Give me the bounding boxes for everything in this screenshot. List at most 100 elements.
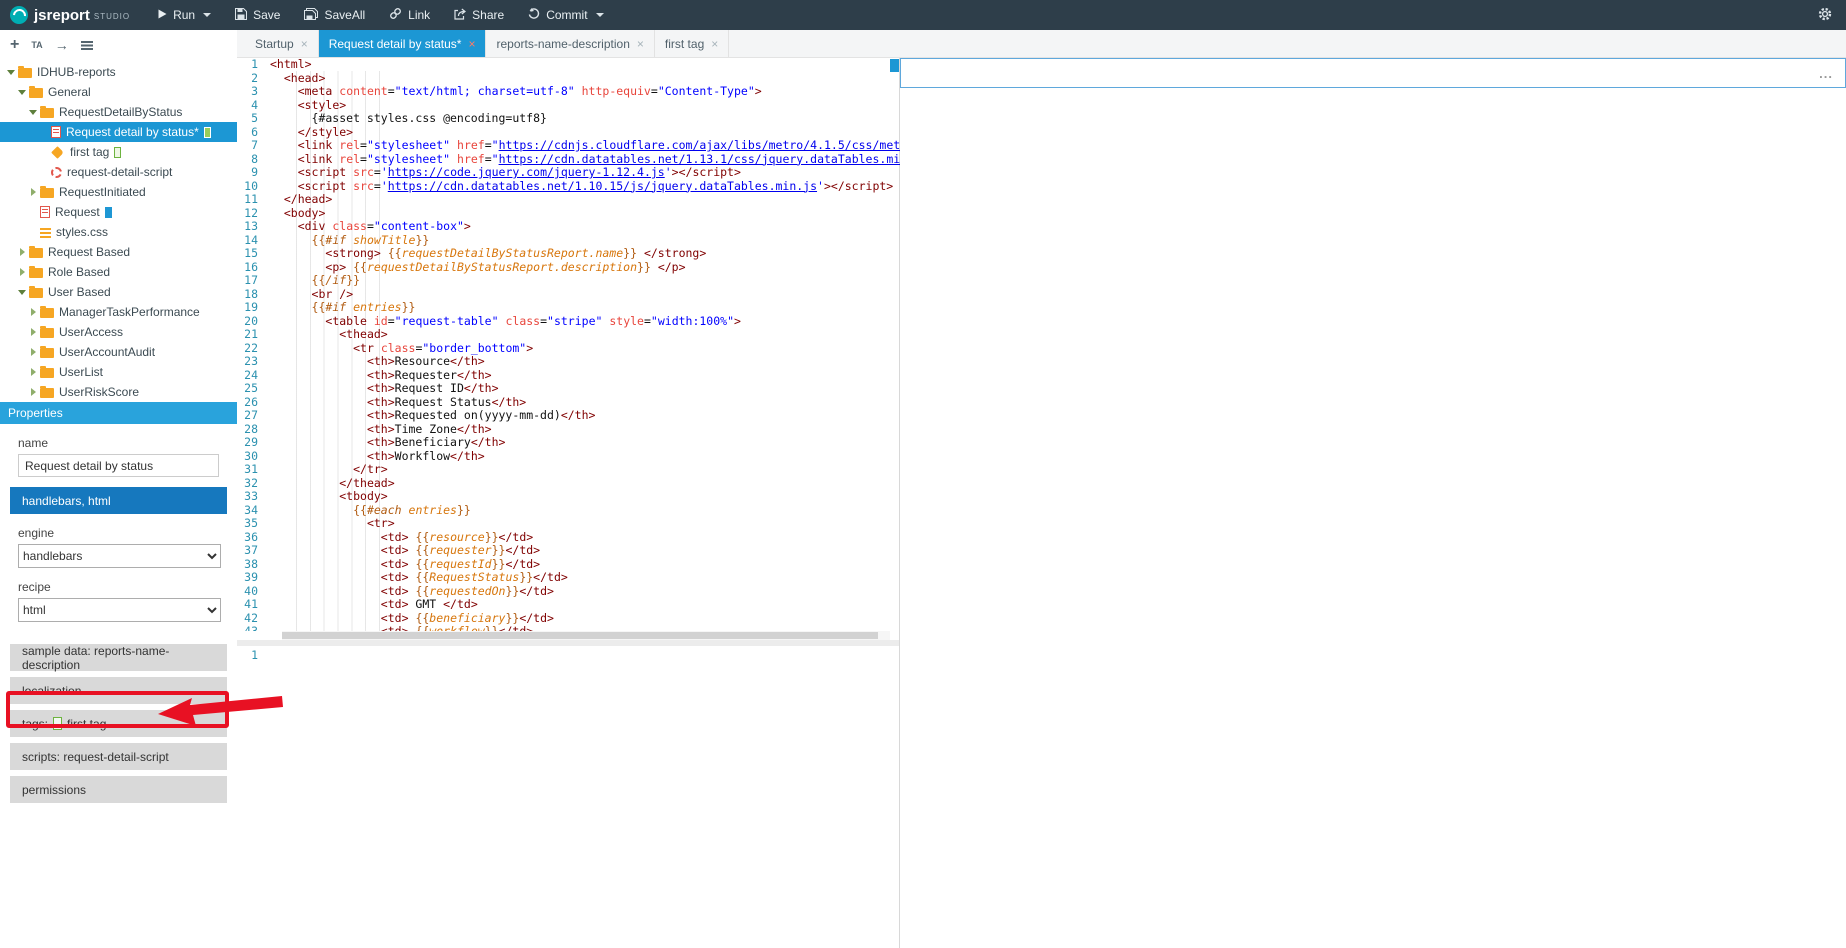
code-line-27[interactable]: 27 <th>Requested on(yyyy-mm-dd)</th> [237, 409, 900, 423]
code-line-10[interactable]: 10 <script src='https://cdn.datatables.n… [237, 180, 900, 194]
tab-startup[interactable]: Startup× [245, 30, 319, 57]
preview-more-button[interactable]: ... [1819, 66, 1833, 81]
tree-item-styles-css[interactable]: styles.css [0, 222, 237, 242]
code-line-42[interactable]: 42 <td> {{beneficiary}}</td> [237, 612, 900, 626]
scripts-section[interactable]: scripts: request-detail-script [10, 743, 227, 770]
code-line-43[interactable]: 43 <td> {{workflow}}</td> [237, 625, 900, 631]
run-arrow-icon[interactable]: → [55, 38, 69, 52]
code-line-5[interactable]: 5 {#asset styles.css @encoding=utf8} [237, 112, 900, 126]
tree-item-user-based[interactable]: User Based [0, 282, 237, 302]
permissions-section[interactable]: permissions [10, 776, 227, 803]
code-line-9[interactable]: 9 <script src='https://code.jquery.com/j… [237, 166, 900, 180]
link-button[interactable]: Link [377, 0, 442, 30]
code-line-39[interactable]: 39 <td> {{RequestStatus}}</td> [237, 571, 900, 585]
bottom-editor-pane[interactable]: 1 [237, 646, 900, 664]
code-line-41[interactable]: 41 <td> GMT </td> [237, 598, 900, 612]
tree-item-general[interactable]: General [0, 82, 237, 102]
code-line-33[interactable]: 33 <tbody> [237, 490, 900, 504]
sample-data-section[interactable]: sample data: reports-name-description [10, 644, 227, 671]
code-line-25[interactable]: 25 <th>Request ID</th> [237, 382, 900, 396]
code-line-15[interactable]: 15 <strong> {{requestDetailByStatusRepor… [237, 247, 900, 261]
code-line-22[interactable]: 22 <tr class="border_bottom"> [237, 342, 900, 356]
code-line-40[interactable]: 40 <td> {{requestedOn}}</td> [237, 585, 900, 599]
horizontal-scrollbar[interactable] [282, 631, 890, 640]
share-button[interactable]: Share [442, 0, 516, 30]
expander-collapsed-icon[interactable] [28, 347, 38, 357]
tree-item-userlist[interactable]: UserList [0, 362, 237, 382]
expander-collapsed-icon[interactable] [17, 267, 27, 277]
code-editor[interactable]: 1<html>2 <head>3 <meta content="text/htm… [237, 58, 900, 640]
engine-select[interactable]: handlebars [18, 544, 221, 568]
tree-item-useraccountaudit[interactable]: UserAccountAudit [0, 342, 237, 362]
tree-item-role-based[interactable]: Role Based [0, 262, 237, 282]
code-line-28[interactable]: 28 <th>Time Zone</th> [237, 423, 900, 437]
tree-item-requestdetailbystatus[interactable]: RequestDetailByStatus [0, 102, 237, 122]
tab-request-detail-by-status[interactable]: Request detail by status*× [319, 30, 487, 57]
tree-item-useraccess[interactable]: UserAccess [0, 322, 237, 342]
expander-expanded-icon[interactable] [28, 107, 38, 117]
tree-item-managertaskperformance[interactable]: ManagerTaskPerformance [0, 302, 237, 322]
code-line-7[interactable]: 7 <link rel="stylesheet" href="https://c… [237, 139, 900, 153]
expander-collapsed-icon[interactable] [28, 307, 38, 317]
tab-close-icon[interactable]: × [468, 37, 475, 51]
code-line-32[interactable]: 32 </thead> [237, 477, 900, 491]
localization-section[interactable]: localization [10, 677, 227, 704]
tab-first-tag[interactable]: first tag× [655, 30, 729, 57]
expander-collapsed-icon[interactable] [28, 327, 38, 337]
saveall-button[interactable]: SaveAll [292, 0, 377, 30]
filter-icon[interactable]: TA [31, 41, 42, 50]
tree-item-first-tag[interactable]: first tag [0, 142, 237, 162]
code-line-34[interactable]: 34 {{#each entries}} [237, 504, 900, 518]
tab-reports-name-description[interactable]: reports-name-description× [486, 30, 654, 57]
tree-item-idhub-reports[interactable]: IDHUB-reports [0, 62, 237, 82]
run-button[interactable]: Run [146, 0, 223, 30]
code-line-8[interactable]: 8 <link rel="stylesheet" href="https://c… [237, 153, 900, 167]
recipe-select[interactable]: html [18, 598, 221, 622]
code-line-37[interactable]: 37 <td> {{requester}}</td> [237, 544, 900, 558]
code-line-11[interactable]: 11 </head> [237, 193, 900, 207]
code-line-26[interactable]: 26 <th>Request Status</th> [237, 396, 900, 410]
expander-expanded-icon[interactable] [17, 87, 27, 97]
code-line-13[interactable]: 13 <div class="content-box"> [237, 220, 900, 234]
add-icon[interactable]: + [10, 37, 19, 53]
tree-item-requestinitiated[interactable]: RequestInitiated [0, 182, 237, 202]
save-button[interactable]: Save [223, 0, 292, 30]
code-line-18[interactable]: 18 <br /> [237, 288, 900, 302]
name-input[interactable] [18, 454, 219, 477]
scrollbar-thumb[interactable] [282, 632, 878, 639]
expander-collapsed-icon[interactable] [28, 387, 38, 397]
code-line-20[interactable]: 20 <table id="request-table" class="stri… [237, 315, 900, 329]
expander-collapsed-icon[interactable] [28, 367, 38, 377]
tree-item-request-detail-script[interactable]: request-detail-script [0, 162, 237, 182]
template-summary-button[interactable]: handlebars, html [10, 487, 227, 514]
expander-collapsed-icon[interactable] [28, 187, 38, 197]
code-line-3[interactable]: 3 <meta content="text/html; charset=utf-… [237, 85, 900, 99]
code-line-23[interactable]: 23 <th>Resource</th> [237, 355, 900, 369]
expander-expanded-icon[interactable] [17, 287, 27, 297]
tab-close-icon[interactable]: × [637, 37, 644, 51]
tab-close-icon[interactable]: × [301, 37, 308, 51]
jsreport-logo[interactable]: jsreport STUDIO [0, 6, 146, 24]
expander-collapsed-icon[interactable] [17, 247, 27, 257]
commit-button[interactable]: Commit [516, 0, 615, 30]
code-line-19[interactable]: 19 {{#if entries}} [237, 301, 900, 315]
tree-item-request-detail-by-status[interactable]: Request detail by status* [0, 122, 237, 142]
menu-icon[interactable] [81, 41, 93, 50]
code-line-21[interactable]: 21 <thead> [237, 328, 900, 342]
code-line-14[interactable]: 14 {{#if showTitle}} [237, 234, 900, 248]
code-line-31[interactable]: 31 </tr> [237, 463, 900, 477]
code-line-35[interactable]: 35 <tr> [237, 517, 900, 531]
tree-item-userriskscore[interactable]: UserRiskScore [0, 382, 237, 402]
tree-item-request[interactable]: Request [0, 202, 237, 222]
tab-close-icon[interactable]: × [711, 37, 718, 51]
code-line-24[interactable]: 24 <th>Requester</th> [237, 369, 900, 383]
code-line-6[interactable]: 6 </style> [237, 126, 900, 140]
code-line-38[interactable]: 38 <td> {{requestId}}</td> [237, 558, 900, 572]
code-line-36[interactable]: 36 <td> {{resource}}</td> [237, 531, 900, 545]
tags-section[interactable]: tags:first tag [10, 710, 227, 737]
code-line-12[interactable]: 12 <body> [237, 207, 900, 221]
settings-button[interactable] [1804, 7, 1846, 24]
expander-expanded-icon[interactable] [6, 67, 16, 77]
code-line-30[interactable]: 30 <th>Workflow</th> [237, 450, 900, 464]
tree-item-request-based[interactable]: Request Based [0, 242, 237, 262]
